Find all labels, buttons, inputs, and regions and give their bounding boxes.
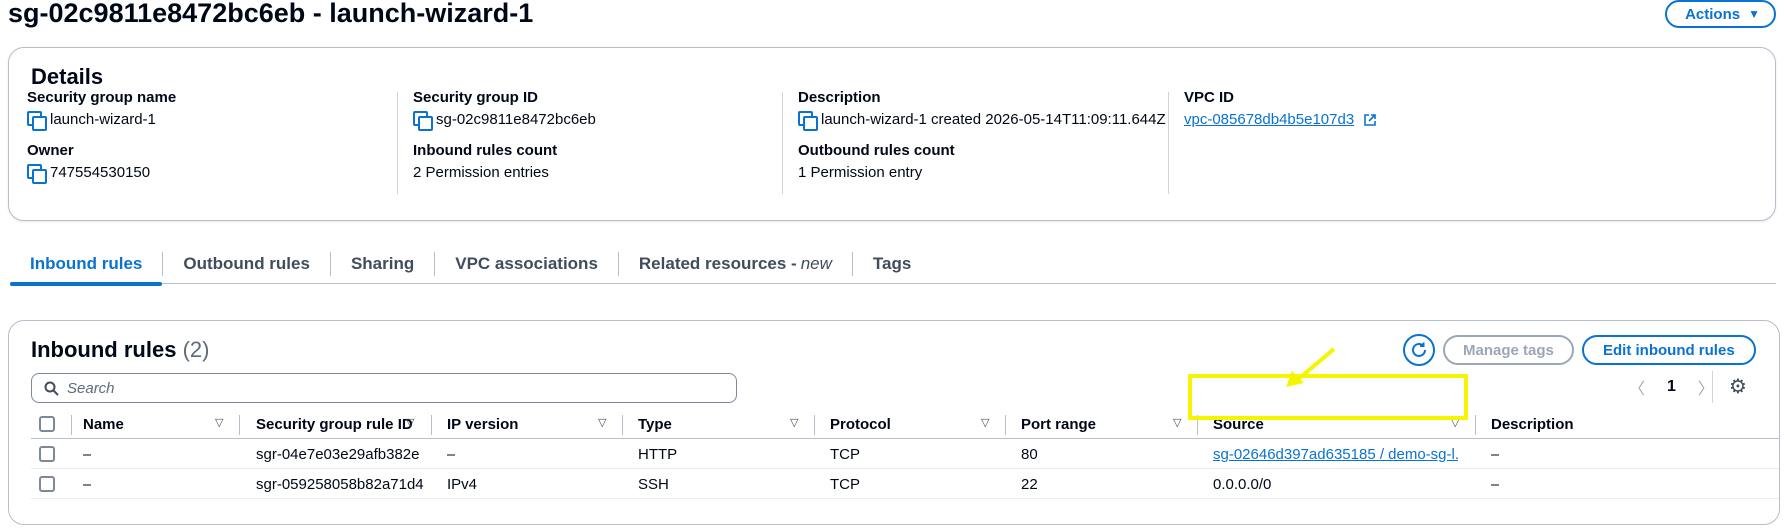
gear-icon[interactable]: ⚙ (1729, 374, 1747, 399)
field-label: Outbound rules count (798, 142, 955, 159)
field-label: VPC ID (1184, 89, 1235, 106)
cell-protocol: TCP (830, 445, 860, 463)
field-value: 1 Permission entry (798, 164, 923, 181)
field-value: launch-wizard-1 created 2026-05-14T11:09… (821, 111, 1166, 128)
cell-port-range: 22 (1021, 475, 1038, 493)
cell-rule-id: sgr-059258058b82a71d4 (256, 475, 424, 493)
cell-port-range: 80 (1021, 445, 1038, 463)
cell-source: 0.0.0.0/0 (1213, 475, 1272, 493)
column-header-rule-id[interactable]: Security group rule ID (256, 409, 413, 439)
copy-icon[interactable] (413, 111, 433, 131)
refresh-icon (1412, 342, 1426, 357)
tab-label: Related resources - (638, 254, 797, 273)
table-row[interactable]: – sgr-04e7e03e29afb382e – HTTP TCP 80 sg… (31, 439, 1779, 469)
field-value: 2 Permission entries (413, 164, 549, 181)
field-label: Security group name (27, 89, 177, 106)
manage-tags-button[interactable]: Manage tags (1443, 335, 1574, 365)
column-header-port-range[interactable]: Port range (1021, 409, 1096, 439)
field-inbound-count: Inbound rules count 2 Permission entries (413, 142, 833, 181)
tab-bar: Inbound rules Outbound rules Sharing VPC… (10, 244, 1776, 286)
row-checkbox[interactable] (39, 446, 55, 462)
cell-type: HTTP (638, 445, 678, 463)
field-owner: Owner 747554530150 (27, 142, 447, 184)
cell-ip-version: – (447, 445, 456, 463)
column-header-ip-version[interactable]: IP version (447, 409, 518, 439)
tab-related-resources[interactable]: Related resources - new (619, 244, 852, 284)
field-vpc-id: VPC ID vpc-085678db4b5e107d3 (1184, 89, 1604, 128)
cell-type: SSH (638, 475, 669, 493)
cell-name: – (83, 475, 92, 493)
tab-tags[interactable]: Tags (853, 244, 931, 284)
copy-icon[interactable] (27, 111, 47, 131)
new-badge: new (800, 254, 832, 273)
pagination: 〈 1 〉 (1629, 375, 1714, 399)
annotation-arrow-icon (1286, 347, 1336, 387)
search-placeholder: Search (67, 379, 115, 397)
external-link-icon[interactable] (1364, 113, 1376, 126)
search-icon (44, 381, 59, 396)
cell-rule-id: sgr-04e7e03e29afb382e (256, 445, 420, 463)
actions-button[interactable]: Actions ▼ (1665, 0, 1776, 28)
field-value: sg-02c9811e8472bc6eb (436, 111, 596, 128)
actions-label: Actions (1685, 5, 1741, 23)
sort-icon[interactable]: ▽ (981, 416, 989, 429)
cell-description: – (1491, 445, 1500, 463)
tab-vpc-associations[interactable]: VPC associations (435, 244, 618, 284)
vpc-link[interactable]: vpc-085678db4b5e107d3 (1184, 111, 1354, 128)
column-header-name[interactable]: Name (83, 409, 124, 439)
field-value: launch-wizard-1 (50, 111, 156, 128)
field-description: Description launch-wizard-1 created 2026… (798, 89, 1218, 131)
sort-icon[interactable]: ▽ (406, 416, 414, 429)
select-all-checkbox[interactable] (39, 416, 55, 432)
field-outbound-count: Outbound rules count 1 Permission entry (798, 142, 1218, 181)
sort-icon[interactable]: ▽ (215, 416, 223, 429)
search-input[interactable]: Search (31, 373, 737, 403)
pager-divider (1712, 371, 1713, 403)
rules-heading: Inbound rules (2) (31, 337, 209, 363)
chevron-left-icon[interactable]: 〈 (1629, 375, 1645, 399)
sort-icon[interactable]: ▽ (1173, 416, 1181, 429)
field-label: Security group ID (413, 89, 539, 106)
column-header-description[interactable]: Description (1491, 409, 1574, 439)
field-sg-name: Security group name launch-wizard-1 (27, 89, 447, 131)
field-sg-id: Security group ID sg-02c9811e8472bc6eb (413, 89, 833, 131)
field-label: Owner (27, 142, 74, 159)
page-number[interactable]: 1 (1667, 378, 1676, 396)
cell-name: – (83, 445, 92, 463)
field-value: 747554530150 (50, 164, 151, 181)
copy-icon[interactable] (27, 164, 47, 184)
rules-heading-label: Inbound rules (31, 337, 177, 362)
column-header-type[interactable]: Type (638, 409, 672, 439)
cell-description: – (1491, 475, 1500, 493)
row-checkbox[interactable] (39, 476, 55, 492)
table-row[interactable]: – sgr-059258058b82a71d4 IPv4 SSH TCP 22 … (31, 469, 1779, 499)
rules-count: (2) (182, 337, 210, 362)
field-label: Inbound rules count (413, 142, 558, 159)
edit-inbound-rules-button[interactable]: Edit inbound rules (1582, 335, 1756, 365)
tab-outbound-rules[interactable]: Outbound rules (163, 244, 330, 284)
copy-icon[interactable] (798, 111, 818, 131)
page-title: sg-02c9811e8472bc6eb - launch-wizard-1 (8, 0, 534, 28)
cell-protocol: TCP (830, 475, 860, 493)
field-label: Description (798, 89, 881, 106)
sort-icon[interactable]: ▽ (598, 416, 606, 429)
details-heading: Details (31, 64, 104, 89)
tab-sharing[interactable]: Sharing (331, 244, 434, 284)
tab-inbound-rules[interactable]: Inbound rules (10, 244, 163, 286)
cell-ip-version: IPv4 (447, 475, 478, 493)
details-panel: Details Security group name launch-wizar… (8, 47, 1776, 221)
table-header: Name ▽ Security group rule ID ▽ IP versi… (31, 409, 1779, 439)
source-link[interactable]: sg-02646d397ad635185 / demo-sg-l... (1213, 446, 1458, 463)
refresh-button[interactable] (1403, 334, 1435, 366)
inbound-rules-panel: Inbound rules (2) Manage tags Edit inbou… (8, 320, 1780, 525)
sort-icon[interactable]: ▽ (790, 416, 798, 429)
column-header-protocol[interactable]: Protocol (830, 409, 891, 439)
caret-down-icon: ▼ (1748, 7, 1760, 21)
